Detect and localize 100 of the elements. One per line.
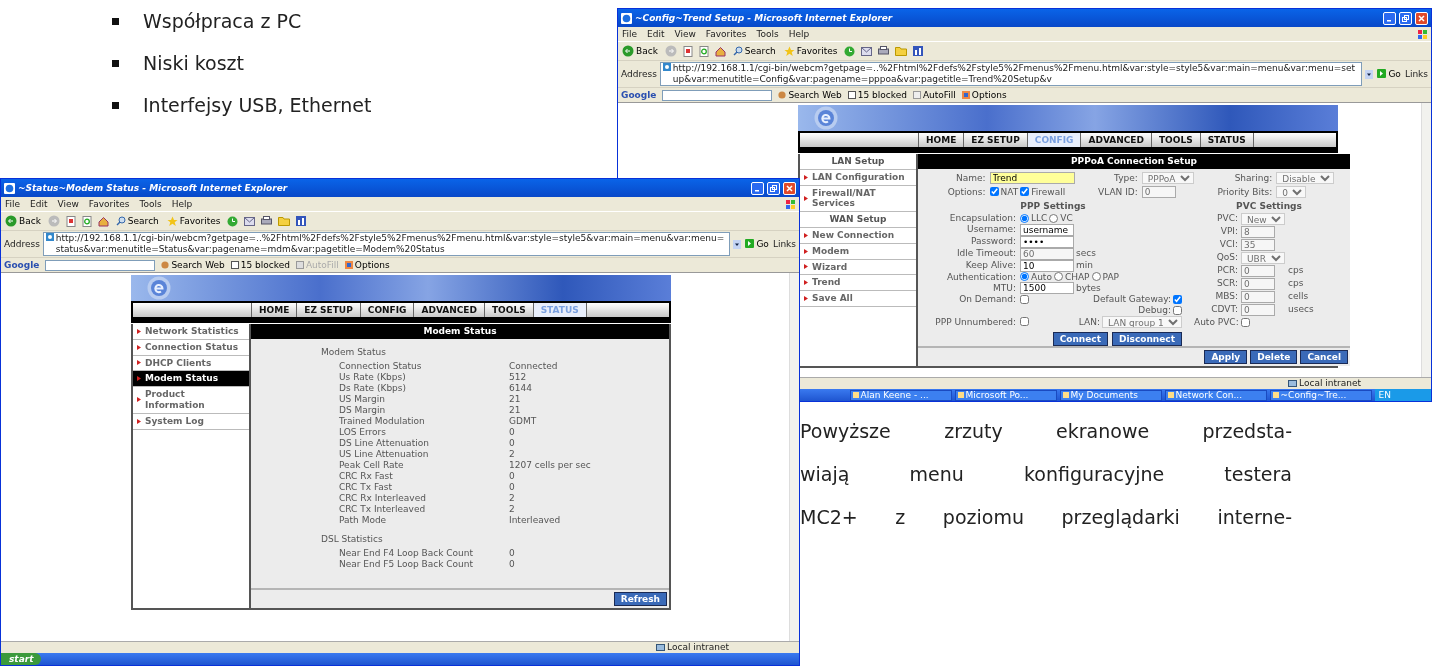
nav-tab[interactable]: ADVANCED — [1080, 133, 1151, 147]
popup-blocker-button[interactable]: 15 blocked — [847, 89, 907, 101]
taskbar-button[interactable]: My Documents — [1059, 389, 1162, 401]
popup-blocker-button[interactable]: 15 blocked — [230, 259, 290, 271]
folder-icon[interactable] — [895, 46, 908, 56]
start-button[interactable]: start — [1, 653, 42, 665]
search-web-button[interactable]: Search Web — [161, 259, 225, 271]
minimize-button[interactable] — [1383, 11, 1396, 25]
nav-tab[interactable]: HOME — [251, 303, 297, 317]
autofill-button[interactable]: AutoFill — [912, 89, 956, 101]
scrollbar[interactable] — [789, 273, 799, 641]
nav-tab[interactable]: TOOLS — [1150, 133, 1200, 147]
radio-button[interactable] — [1053, 272, 1063, 282]
links-button[interactable]: Links — [1404, 68, 1428, 80]
checkbox[interactable] — [1020, 295, 1029, 305]
restore-button[interactable] — [767, 181, 780, 195]
side-menu-item[interactable]: Connection Status — [133, 339, 249, 356]
search-button[interactable]: Search — [114, 215, 160, 227]
taskbar-button[interactable]: ~Config~Tre... — [1269, 389, 1372, 401]
checkbox[interactable] — [1020, 187, 1030, 197]
action-button[interactable]: Connect — [1052, 332, 1108, 346]
google-logo[interactable]: Google — [621, 89, 657, 101]
checkbox[interactable] — [1020, 317, 1029, 327]
favorites-button[interactable]: Favorites — [782, 45, 839, 57]
action-button[interactable]: Apply — [1204, 350, 1248, 364]
chart-icon[interactable] — [913, 46, 924, 56]
folder-icon[interactable] — [278, 216, 291, 226]
back-button[interactable]: Back — [4, 215, 42, 227]
menu-item[interactable]: View — [674, 28, 696, 40]
close-button[interactable] — [783, 181, 796, 195]
menu-item[interactable]: Favorites — [705, 28, 747, 40]
google-logo[interactable]: Google — [4, 259, 40, 271]
nav-tab[interactable]: ADVANCED — [413, 303, 484, 317]
nav-tab[interactable]: TOOLS — [483, 303, 533, 317]
action-button[interactable]: Disconnect — [1112, 332, 1182, 346]
nav-tab[interactable]: STATUS — [1199, 133, 1254, 147]
nav-tab[interactable]: HOME — [918, 133, 964, 147]
side-menu-item[interactable]: Modem Status — [133, 371, 249, 388]
home-icon[interactable] — [97, 215, 109, 227]
menu-item[interactable]: File — [5, 198, 21, 210]
dropdown-icon[interactable] — [1365, 69, 1374, 79]
close-button[interactable] — [1415, 11, 1428, 25]
search-web-button[interactable]: Search Web — [778, 89, 842, 101]
radio-button[interactable] — [1020, 213, 1029, 223]
checkbox[interactable] — [1173, 306, 1182, 316]
radio-button[interactable] — [1020, 272, 1029, 282]
printer-icon[interactable] — [261, 216, 273, 226]
radio-button[interactable] — [1091, 272, 1101, 282]
printer-icon[interactable] — [878, 46, 890, 56]
taskbar-button[interactable]: Network Con... — [1164, 389, 1267, 401]
history-icon[interactable] — [227, 215, 239, 227]
minimize-button[interactable] — [751, 181, 764, 195]
nav-tab[interactable]: EZ SETUP — [296, 303, 360, 317]
search-button[interactable]: Search — [731, 45, 777, 57]
taskbar-button[interactable]: Alan Keene - ... — [849, 389, 952, 401]
mail-icon[interactable] — [861, 46, 873, 56]
favorites-button[interactable]: Favorites — [165, 215, 222, 227]
side-menu-item[interactable]: Network Statistics — [133, 324, 249, 340]
side-menu-item[interactable]: Product Information — [133, 387, 249, 414]
refresh-button[interactable]: Refresh — [613, 591, 667, 606]
menu-item[interactable]: File — [622, 28, 638, 40]
checkbox[interactable] — [989, 187, 999, 197]
address-field[interactable]: http://192.168.1.1/cgi-bin/webcm?getpage=..%2Fhtml%2Fdefs%2Fstyle5%2Fmenus%2Fmenu.html&var:style=style5&var:main=menu&var:menu=setup&var:menutitle=Config&var:pagename=pppoa&var:pagetitle=Trend%20Setup&v — [659, 62, 1363, 86]
action-button[interactable]: Cancel — [1300, 350, 1348, 364]
nav-tab[interactable]: CONFIG — [359, 303, 414, 317]
menu-item[interactable]: Tools — [139, 198, 162, 210]
scrollbar[interactable] — [1421, 103, 1431, 377]
search-field[interactable] — [45, 259, 156, 271]
radio-button[interactable] — [1049, 213, 1059, 223]
side-menu-item[interactable]: LAN Configuration — [800, 169, 916, 186]
taskbar-button[interactable]: Microsoft Po... — [954, 389, 1057, 401]
address-field[interactable]: http://192.168.1.1/cgi-bin/webcm?getpage=..%2Fhtml%2Fdefs%2Fstyle5%2Fmenus%2Fmenu.html&var:style=style5&var:main=menu&var:menu=status&var:menutitle=Status&var:pagename=mdm&var:pagetitle=Modem%20Status — [42, 232, 731, 256]
back-button[interactable]: Back — [621, 45, 659, 57]
nav-tab[interactable]: EZ SETUP — [963, 133, 1027, 147]
restore-button[interactable] — [1399, 11, 1412, 25]
go-button[interactable]: Go — [744, 238, 770, 250]
chart-icon[interactable] — [296, 216, 307, 226]
menu-item[interactable]: Edit — [30, 198, 48, 210]
go-button[interactable]: Go — [1376, 68, 1402, 80]
checkbox[interactable] — [1241, 317, 1250, 327]
dropdown-icon[interactable] — [733, 239, 742, 249]
refresh-icon[interactable] — [698, 45, 709, 57]
menu-item[interactable]: Help — [171, 198, 193, 210]
stop-icon[interactable] — [65, 215, 76, 227]
options-button[interactable]: Options — [344, 259, 390, 271]
menu-item[interactable]: Help — [788, 28, 810, 40]
history-icon[interactable] — [844, 45, 856, 57]
menu-item[interactable]: Favorites — [88, 198, 130, 210]
side-menu-item[interactable]: System Log — [133, 413, 249, 430]
checkbox[interactable] — [1173, 295, 1182, 305]
text-field[interactable]: Trend — [989, 172, 1075, 184]
text-field[interactable]: 1500 — [1020, 282, 1074, 295]
menu-item[interactable]: View — [57, 198, 79, 210]
links-button[interactable]: Links — [772, 238, 796, 250]
text-field[interactable]: username — [1020, 223, 1074, 236]
action-button[interactable]: Delete — [1250, 350, 1298, 364]
home-icon[interactable] — [714, 45, 726, 57]
menu-item[interactable]: Tools — [756, 28, 779, 40]
menu-item[interactable]: Edit — [647, 28, 665, 40]
options-button[interactable]: Options — [961, 89, 1007, 101]
